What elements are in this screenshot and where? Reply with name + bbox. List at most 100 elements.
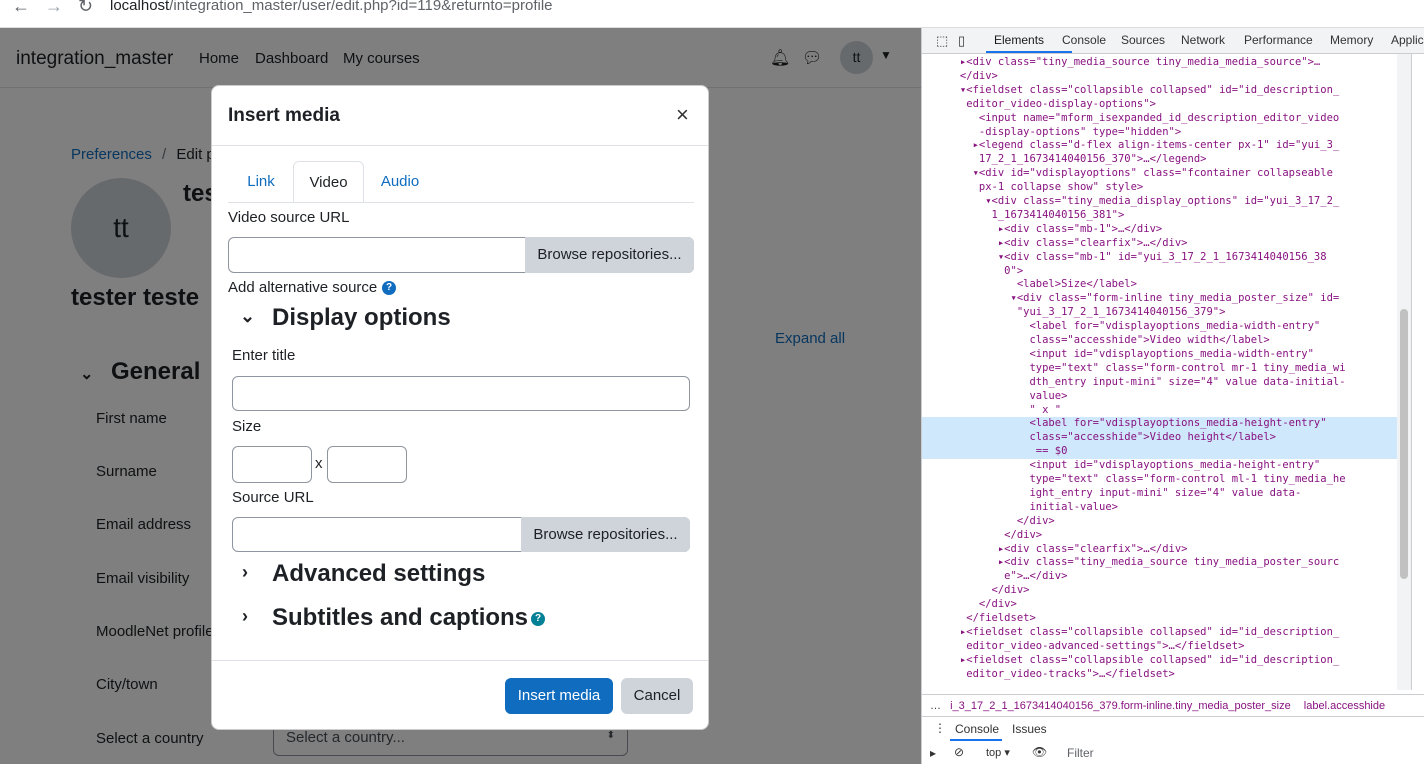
add-alternative-source-link[interactable]: Add alternative source [228, 279, 377, 296]
advanced-settings-heading[interactable]: Advanced settings [272, 560, 485, 588]
dom-tree-line[interactable]: ▸<div class="clearfix">…</div> [922, 543, 1397, 557]
dom-tree-line[interactable]: type="text" class="form-control mr-1 tin… [922, 362, 1397, 376]
dom-tree-line[interactable]: <label for="vdisplayoptions_media-width-… [922, 320, 1397, 334]
dom-tree-line[interactable]: </div> [922, 515, 1397, 529]
cancel-button[interactable]: Cancel [621, 678, 693, 714]
breadcrumb-label[interactable]: label.accesshide [1304, 700, 1385, 712]
dom-tree-line[interactable]: == $0 [922, 445, 1397, 459]
dom-tree-line[interactable]: <label>Size</label> [922, 278, 1397, 292]
dom-tree-line[interactable]: ▸<legend class="d-flex align-items-cente… [922, 139, 1397, 153]
reload-icon[interactable]: ↻ [78, 0, 93, 17]
drawer-tab-console[interactable]: Console [955, 722, 999, 736]
chevron-right-icon[interactable]: › [242, 562, 248, 583]
address-bar[interactable]: localhost/integration_master/user/edit.p… [110, 0, 553, 14]
tab-sources[interactable]: Sources [1121, 33, 1165, 47]
tab-audio[interactable]: Audio [367, 161, 433, 203]
close-icon[interactable]: × [676, 102, 689, 128]
tab-network[interactable]: Network [1181, 33, 1225, 47]
dom-tree-line[interactable]: dth_entry input-mini" size="4" value dat… [922, 376, 1397, 390]
dom-tree-line[interactable]: editor_video-display-options"> [922, 98, 1397, 112]
chevron-down-icon[interactable]: ⌄ [240, 306, 255, 327]
back-icon[interactable]: ← [12, 0, 30, 17]
url-path: /integration_master/user/edit.php?id=119… [169, 0, 553, 14]
dom-tree-line[interactable]: px-1 collapse show" style> [922, 181, 1397, 195]
dom-tree-line[interactable]: ▸<div class="clearfix">…</div> [922, 237, 1397, 251]
moodle-page: integration_master Home Dashboard My cou… [0, 28, 921, 764]
dom-tree-line[interactable]: <input id="vdisplayoptions_media-height-… [922, 459, 1397, 473]
dom-tree-line[interactable]: </div> [922, 529, 1397, 543]
tab-application[interactable]: Applica [1391, 33, 1424, 47]
dom-tree-line[interactable]: -display-options" type="hidden"> [922, 126, 1397, 140]
device-toggle-icon[interactable]: ▯ [958, 33, 965, 49]
dom-tree-scrollbar[interactable] [1397, 54, 1411, 690]
dom-tree-line[interactable]: ▾<div class="mb-1" id="yui_3_17_2_1_1673… [922, 251, 1397, 265]
insert-media-dialog: Insert media × Link Video Audio Video so… [211, 85, 709, 730]
dom-tree-line[interactable]: <label for="vdisplayoptions_media-height… [922, 417, 1397, 431]
dom-tree-line[interactable]: class="accesshide">Video width</label> [922, 334, 1397, 348]
dom-tree-line[interactable]: class="accesshide">Video height</label> [922, 431, 1397, 445]
video-width-input[interactable] [232, 446, 312, 483]
tab-divider [228, 202, 694, 203]
dom-tree-line[interactable]: ▸<div class="mb-1">…</div> [922, 223, 1397, 237]
dom-tree-line[interactable]: initial-value> [922, 501, 1397, 515]
chevron-right-icon[interactable]: › [242, 606, 248, 627]
clear-console-icon[interactable]: ⊘ [954, 745, 964, 759]
devtools-tabbar: ⬚ ▯ Elements Console Sources Network Per… [922, 28, 1424, 54]
dom-tree-line[interactable]: </div> [922, 598, 1397, 612]
console-filter-input[interactable]: Filter [1067, 746, 1094, 760]
dom-tree-line[interactable]: e">…</div> [922, 570, 1397, 584]
dom-tree-line[interactable]: ▾<fieldset class="collapsible collapsed"… [922, 84, 1397, 98]
more-icon[interactable]: … [930, 700, 941, 712]
insert-media-button[interactable]: Insert media [505, 678, 613, 714]
dom-tree-line[interactable]: ▸<div class="tiny_media_source tiny_medi… [922, 56, 1397, 70]
sidebar-toggle-icon[interactable]: ▸ [930, 746, 936, 760]
dom-tree-line[interactable]: ight_entry input-mini" size="4" value da… [922, 487, 1397, 501]
eye-icon[interactable]: 👁︎ [1032, 745, 1047, 759]
scrollbar-thumb[interactable] [1400, 309, 1408, 579]
dom-tree[interactable]: ▸<div class="tiny_media_source tiny_medi… [922, 54, 1397, 690]
help-icon[interactable]: ? [531, 612, 545, 626]
browse-repositories-button[interactable]: Browse repositories... [521, 517, 690, 552]
breadcrumb-poster-size[interactable]: i_3_17_2_1_1673414040156_379.form-inline… [950, 700, 1291, 712]
size-label: Size [232, 418, 262, 435]
dom-tree-line[interactable]: "yui_3_17_2_1_1673414040156_379"> [922, 306, 1397, 320]
console-drawer: ⋮ Console Issues ▸ ⊘ top ▾ 👁︎ Filter [922, 716, 1424, 764]
dom-tree-line[interactable]: editor_video-advanced-settings">…</field… [922, 640, 1397, 654]
dom-tree-line[interactable]: <input name="mform_isexpanded_id_descrip… [922, 112, 1397, 126]
dom-tree-line[interactable]: " x " [922, 404, 1397, 418]
tab-console[interactable]: Console [1062, 33, 1106, 47]
video-height-input[interactable] [327, 446, 407, 483]
dom-tree-line[interactable]: ▾<div class="tiny_media_display_options"… [922, 195, 1397, 209]
dom-tree-line[interactable]: </div> [922, 584, 1397, 598]
drawer-menu-icon[interactable]: ⋮ [934, 721, 946, 735]
subtitles-heading[interactable]: Subtitles and captions [272, 604, 528, 632]
dom-tree-line[interactable]: </div> [922, 70, 1397, 84]
dom-tree-line[interactable]: <input id="vdisplayoptions_media-width-e… [922, 348, 1397, 362]
dom-tree-line[interactable]: ▾<div id="vdisplayoptions" class="fconta… [922, 167, 1397, 181]
dom-tree-line[interactable]: type="text" class="form-control ml-1 tin… [922, 473, 1397, 487]
dom-tree-line[interactable]: ▸<fieldset class="collapsible collapsed"… [922, 626, 1397, 640]
dom-tree-line[interactable]: 1_1673414040156_381"> [922, 209, 1397, 223]
display-options-heading[interactable]: Display options [272, 304, 451, 332]
video-source-label: Video source URL [228, 209, 350, 226]
tab-link[interactable]: Link [228, 161, 294, 203]
forward-icon[interactable]: → [45, 0, 63, 17]
tab-performance[interactable]: Performance [1244, 33, 1313, 47]
title-input[interactable] [232, 376, 690, 411]
tab-video[interactable]: Video [293, 161, 364, 203]
dom-tree-line[interactable]: editor_video-tracks">…</fieldset> [922, 668, 1397, 682]
dom-tree-line[interactable]: ▾<div class="form-inline tiny_media_post… [922, 292, 1397, 306]
help-icon[interactable]: ? [382, 281, 396, 295]
dom-tree-line[interactable]: ▸<fieldset class="collapsible collapsed"… [922, 654, 1397, 668]
context-select[interactable]: top ▾ [986, 746, 1010, 759]
tab-memory[interactable]: Memory [1330, 33, 1373, 47]
browse-repositories-button[interactable]: Browse repositories... [525, 237, 694, 273]
dom-tree-line[interactable]: ▸<div class="tiny_media_source tiny_medi… [922, 556, 1397, 570]
tab-elements[interactable]: Elements [994, 33, 1044, 47]
inspect-icon[interactable]: ⬚ [936, 33, 948, 49]
drawer-tab-issues[interactable]: Issues [1012, 722, 1047, 736]
dom-tree-line[interactable]: 17_2_1_1673414040156_370">…</legend> [922, 153, 1397, 167]
dom-tree-line[interactable]: </fieldset> [922, 612, 1397, 626]
dom-tree-line[interactable]: value> [922, 390, 1397, 404]
dom-tree-line[interactable]: 0"> [922, 265, 1397, 279]
